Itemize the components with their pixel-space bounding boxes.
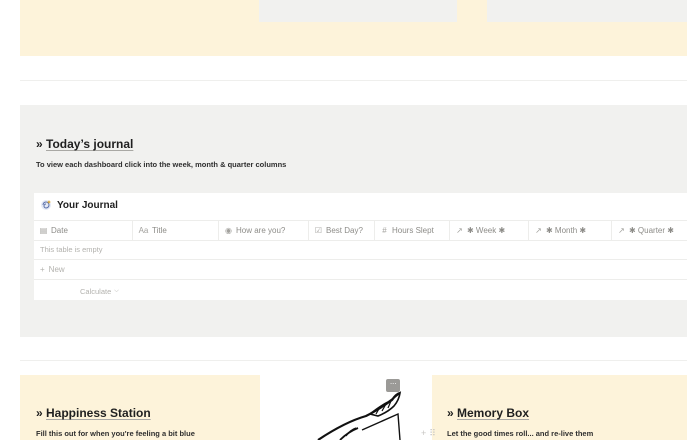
new-row-label: New [48, 265, 65, 274]
ellipsis-icon: ··· [389, 379, 397, 388]
column-label: Best Day? [326, 226, 363, 235]
column-label: Hours Slept [392, 226, 434, 235]
journal-subtitle: To view each dashboard click into the we… [36, 160, 287, 169]
column-label: ✱ Month ✱ [546, 226, 587, 235]
column-date[interactable]: ▤ Date [34, 221, 132, 240]
happiness-subtitle: Fill this out for when you're feeling a … [36, 429, 195, 438]
happiness-page-link[interactable]: Happiness Station [46, 406, 151, 420]
empty-table-text: This table is empty [40, 245, 103, 254]
sparkle-spiral-icon [41, 200, 51, 210]
journal-page-link[interactable]: Today’s journal [46, 137, 133, 151]
column-label: How are you? [236, 226, 286, 235]
checkbox-icon: ☑ [314, 226, 323, 235]
drag-handle-icon[interactable]: ⠿ [429, 429, 436, 438]
relation-arrow-icon: ↗ [618, 226, 625, 235]
chevron-down-icon: ⌵ [114, 287, 119, 294]
column-hours-slept[interactable]: # Hours Slept [374, 221, 449, 240]
column-month[interactable]: ↗ ✱ Month ✱ [528, 221, 611, 240]
memory-page-link[interactable]: Memory Box [457, 406, 529, 420]
database-title-row[interactable]: Your Journal [40, 198, 118, 212]
column-label: Date [51, 226, 68, 235]
column-week[interactable]: ↗ ✱ Week ✱ [449, 221, 528, 240]
calculate-label: Calculate [80, 286, 112, 296]
column-best-day[interactable]: ☑ Best Day? [308, 221, 374, 240]
heading-prefix: » [36, 137, 47, 151]
text-aa-icon: Aa [138, 226, 149, 235]
database-header-row: ▤ Date Aa Title ◉ How are you? ☑ Best Da… [34, 220, 687, 241]
column-title[interactable]: Aa Title [132, 221, 218, 240]
block-handles[interactable]: + ⠿ [421, 429, 436, 438]
database-title: Your Journal [57, 199, 118, 211]
column-label: ✱ Week ✱ [467, 226, 506, 235]
relation-arrow-icon: ↗ [535, 226, 542, 235]
divider [20, 80, 687, 81]
top-card-left[interactable] [259, 0, 457, 22]
memory-heading[interactable]: » Memory Box [447, 406, 529, 420]
new-row-button[interactable]: + New [34, 260, 687, 280]
plus-icon: + [40, 265, 45, 274]
column-quarter[interactable]: ↗ ✱ Quarter ✱ [611, 221, 687, 240]
more-options-button[interactable]: ··· [386, 379, 400, 392]
column-label: Title [152, 226, 167, 235]
happiness-heading[interactable]: » Happiness Station [36, 406, 151, 420]
divider [20, 360, 687, 361]
relation-arrow-icon: ↗ [456, 226, 463, 235]
heading-prefix: » [447, 406, 458, 420]
journal-heading[interactable]: » Today’s journal [36, 137, 133, 151]
top-card-right[interactable] [487, 0, 687, 22]
empty-table-row: This table is empty [34, 240, 687, 260]
add-block-icon[interactable]: + [421, 429, 426, 438]
column-label: ✱ Quarter ✱ [629, 226, 674, 235]
column-how-are-you[interactable]: ◉ How are you? [218, 221, 308, 240]
calculate-button[interactable]: Calculate ⌵ [80, 284, 119, 298]
memory-subtitle: Let the good times roll... and re-live t… [447, 429, 594, 438]
heading-prefix: » [36, 406, 47, 420]
number-hash-icon: # [382, 226, 387, 235]
calendar-icon: ▤ [39, 226, 48, 235]
select-circle-icon: ◉ [225, 226, 232, 235]
